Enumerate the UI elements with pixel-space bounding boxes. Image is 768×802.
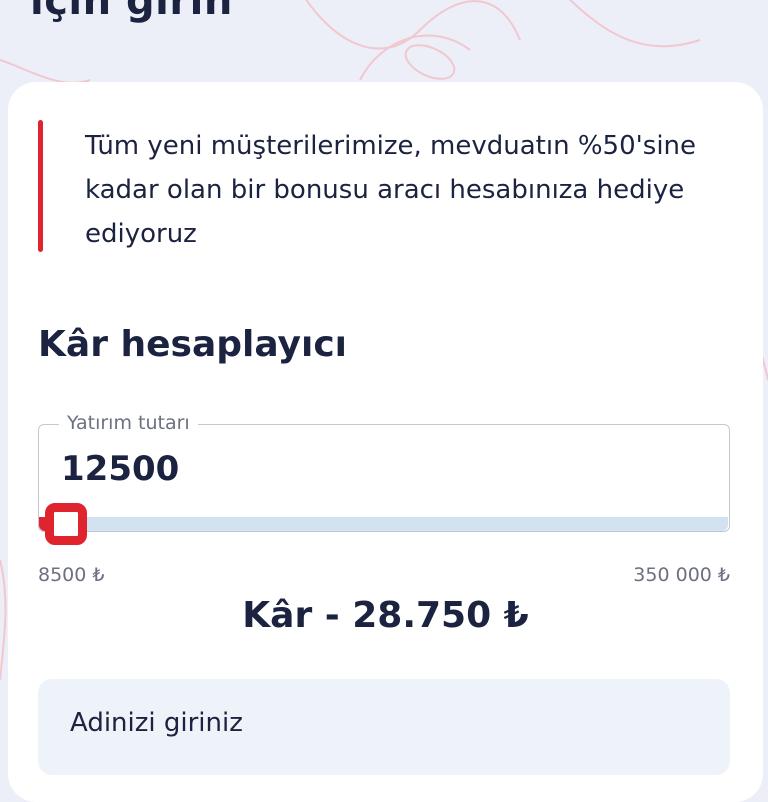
promo-banner: Tüm yeni müşterilerimize, mevduatın %50'… [38, 120, 738, 252]
profit-calculator-title: Kâr hesaplayıcı [38, 324, 348, 365]
slider-max-label: 350 000 ₺ [633, 564, 730, 586]
investment-amount-label: Yatırım tutarı [59, 412, 198, 434]
name-input[interactable]: Adinizi giriniz [38, 679, 730, 775]
investment-slider-thumb[interactable] [45, 503, 88, 545]
page-title: için girin [30, 0, 233, 24]
signup-card: Tüm yeni müşterilerimize, mevduatın %50'… [8, 82, 763, 802]
promo-accent-bar [38, 120, 43, 252]
investment-slider-track[interactable] [39, 517, 728, 531]
slider-min-label: 8500 ₺ [38, 564, 105, 586]
investment-amount-value[interactable]: 12500 [61, 449, 179, 489]
profit-result: Kâr - 28.750 ₺ [242, 595, 529, 636]
promo-text: Tüm yeni müşterilerimize, mevduatın %50'… [85, 131, 697, 249]
investment-amount-field[interactable]: Yatırım tutarı 12500 [38, 412, 730, 545]
